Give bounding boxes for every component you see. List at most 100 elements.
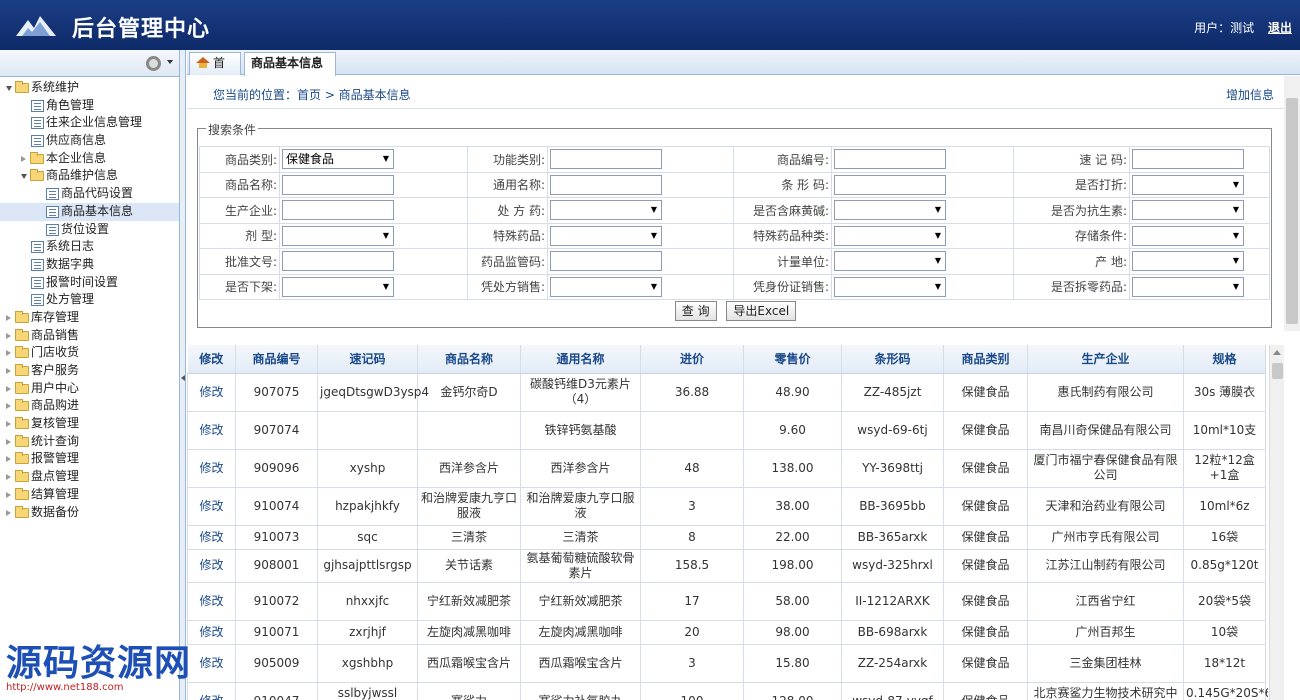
column-header[interactable]: 规格 xyxy=(1183,345,1266,374)
export-excel-button[interactable]: 导出Excel xyxy=(726,301,797,321)
search-input[interactable] xyxy=(834,174,946,195)
sidebar-item[interactable]: 本企业信息 xyxy=(0,150,179,168)
sidebar-item[interactable]: 货位设置 xyxy=(0,221,179,239)
expand-down-icon[interactable] xyxy=(21,174,27,180)
column-header[interactable]: 生产企业 xyxy=(1027,345,1184,374)
edit-link[interactable]: 修改 xyxy=(187,486,236,526)
sidebar-item[interactable]: 处方管理 xyxy=(0,291,179,309)
search-select[interactable] xyxy=(834,251,946,272)
expand-right-icon[interactable] xyxy=(6,350,11,357)
page-scrollbar[interactable] xyxy=(1284,76,1300,331)
sidebar-splitter[interactable] xyxy=(180,50,186,700)
edit-link[interactable]: 修改 xyxy=(187,410,236,450)
expand-right-icon[interactable] xyxy=(6,332,11,339)
sidebar-item[interactable]: 数据备份 xyxy=(0,504,179,522)
search-select[interactable] xyxy=(282,276,394,297)
expand-right-icon[interactable] xyxy=(6,403,11,410)
search-input[interactable] xyxy=(282,200,394,221)
edit-link[interactable]: 修改 xyxy=(187,524,236,550)
query-button[interactable]: 查 询 xyxy=(674,301,717,321)
column-header[interactable]: 条形码 xyxy=(841,345,944,374)
search-select[interactable] xyxy=(1132,276,1244,297)
expand-right-icon[interactable] xyxy=(6,491,11,498)
table-cell: 0.85g*120t xyxy=(1183,548,1266,583)
search-select[interactable]: 保健食品 xyxy=(282,149,394,170)
sidebar-item[interactable]: 客户服务 xyxy=(0,362,179,380)
column-header[interactable]: 修改 xyxy=(187,345,236,374)
search-select[interactable] xyxy=(834,200,946,221)
sidebar-item[interactable]: 商品维护信息 xyxy=(0,167,179,185)
sidebar-item[interactable]: 往来企业信息管理 xyxy=(0,114,179,132)
search-select[interactable] xyxy=(1132,200,1244,221)
sidebar-item[interactable]: 角色管理 xyxy=(0,97,179,115)
search-select[interactable] xyxy=(834,276,946,297)
scroll-thumb[interactable] xyxy=(1272,363,1283,379)
sidebar-item[interactable]: 商品代码设置 xyxy=(0,185,179,203)
column-header[interactable]: 进价 xyxy=(640,345,744,374)
watermark-url: http://www.net188.com xyxy=(6,682,124,693)
sidebar-item[interactable]: 库存管理 xyxy=(0,309,179,327)
column-header[interactable]: 商品名称 xyxy=(417,345,521,374)
sidebar-item[interactable]: 报警时间设置 xyxy=(0,274,179,292)
search-select[interactable] xyxy=(1132,174,1244,195)
tab-home[interactable]: 首页 xyxy=(189,52,241,91)
search-select[interactable] xyxy=(550,200,662,221)
sidebar-item[interactable]: 数据字典 xyxy=(0,256,179,274)
sidebar-item[interactable]: 商品销售 xyxy=(0,327,179,345)
search-input[interactable] xyxy=(550,251,662,272)
column-header[interactable]: 零售价 xyxy=(743,345,842,374)
sidebar-item[interactable]: 用户中心 xyxy=(0,380,179,398)
expand-right-icon[interactable] xyxy=(6,456,11,463)
search-input[interactable] xyxy=(1132,149,1244,170)
search-select[interactable] xyxy=(550,225,662,246)
add-info-link[interactable]: 增加信息 xyxy=(1226,86,1274,103)
search-select[interactable] xyxy=(550,276,662,297)
sidebar-item[interactable]: 系统维护 xyxy=(0,79,179,97)
expand-right-icon[interactable] xyxy=(21,155,26,162)
search-input[interactable] xyxy=(550,149,662,170)
sidebar-item[interactable]: 商品购进 xyxy=(0,397,179,415)
expand-right-icon[interactable] xyxy=(6,438,11,445)
sidebar-item[interactable]: 报警管理 xyxy=(0,450,179,468)
search-input[interactable] xyxy=(834,149,946,170)
table-cell: ZZ-485jzt xyxy=(841,372,944,412)
scroll-up-icon[interactable] xyxy=(1273,350,1281,355)
chevron-down-icon[interactable] xyxy=(167,60,173,64)
column-header[interactable]: 商品编号 xyxy=(235,345,318,374)
edit-link[interactable]: 修改 xyxy=(187,448,236,488)
search-select[interactable] xyxy=(834,225,946,246)
expand-down-icon[interactable] xyxy=(6,86,12,91)
sidebar-item[interactable]: 供应商信息 xyxy=(0,132,179,150)
sidebar-item[interactable]: 系统日志 xyxy=(0,238,179,256)
column-header[interactable]: 商品类别 xyxy=(943,345,1028,374)
logout-link[interactable]: 退出 xyxy=(1268,21,1292,35)
search-select[interactable] xyxy=(282,225,394,246)
gear-icon[interactable] xyxy=(146,56,161,71)
search-select[interactable] xyxy=(1132,225,1244,246)
edit-link[interactable]: 修改 xyxy=(187,581,236,621)
sidebar-item[interactable]: 商品基本信息 xyxy=(0,202,179,221)
expand-right-icon[interactable] xyxy=(6,385,11,392)
expand-right-icon[interactable] xyxy=(6,368,11,374)
sidebar-item[interactable]: 结算管理 xyxy=(0,486,179,504)
results-scrollbar[interactable] xyxy=(1269,345,1284,700)
sidebar-item[interactable]: 盘点管理 xyxy=(0,468,179,486)
expand-right-icon[interactable] xyxy=(6,314,11,321)
search-select[interactable] xyxy=(1132,251,1244,272)
expand-right-icon[interactable] xyxy=(6,474,11,481)
collapse-arrow-icon[interactable] xyxy=(181,375,185,381)
column-header[interactable]: 速记码 xyxy=(317,345,418,374)
column-header[interactable]: 通用名称 xyxy=(520,345,641,374)
search-input[interactable] xyxy=(550,174,662,195)
sidebar-item[interactable]: 复核管理 xyxy=(0,415,179,433)
expand-right-icon[interactable] xyxy=(6,509,11,516)
sidebar-item[interactable]: 统计查询 xyxy=(0,433,179,451)
page-scroll-thumb[interactable] xyxy=(1286,98,1298,324)
search-input[interactable] xyxy=(282,251,394,272)
edit-link[interactable]: 修改 xyxy=(187,548,236,583)
edit-link[interactable]: 修改 xyxy=(187,372,236,412)
expand-right-icon[interactable] xyxy=(6,421,11,428)
search-input[interactable] xyxy=(282,174,394,195)
tab-product-info[interactable]: 商品基本信息× xyxy=(244,52,336,89)
sidebar-item[interactable]: 门店收货 xyxy=(0,344,179,362)
